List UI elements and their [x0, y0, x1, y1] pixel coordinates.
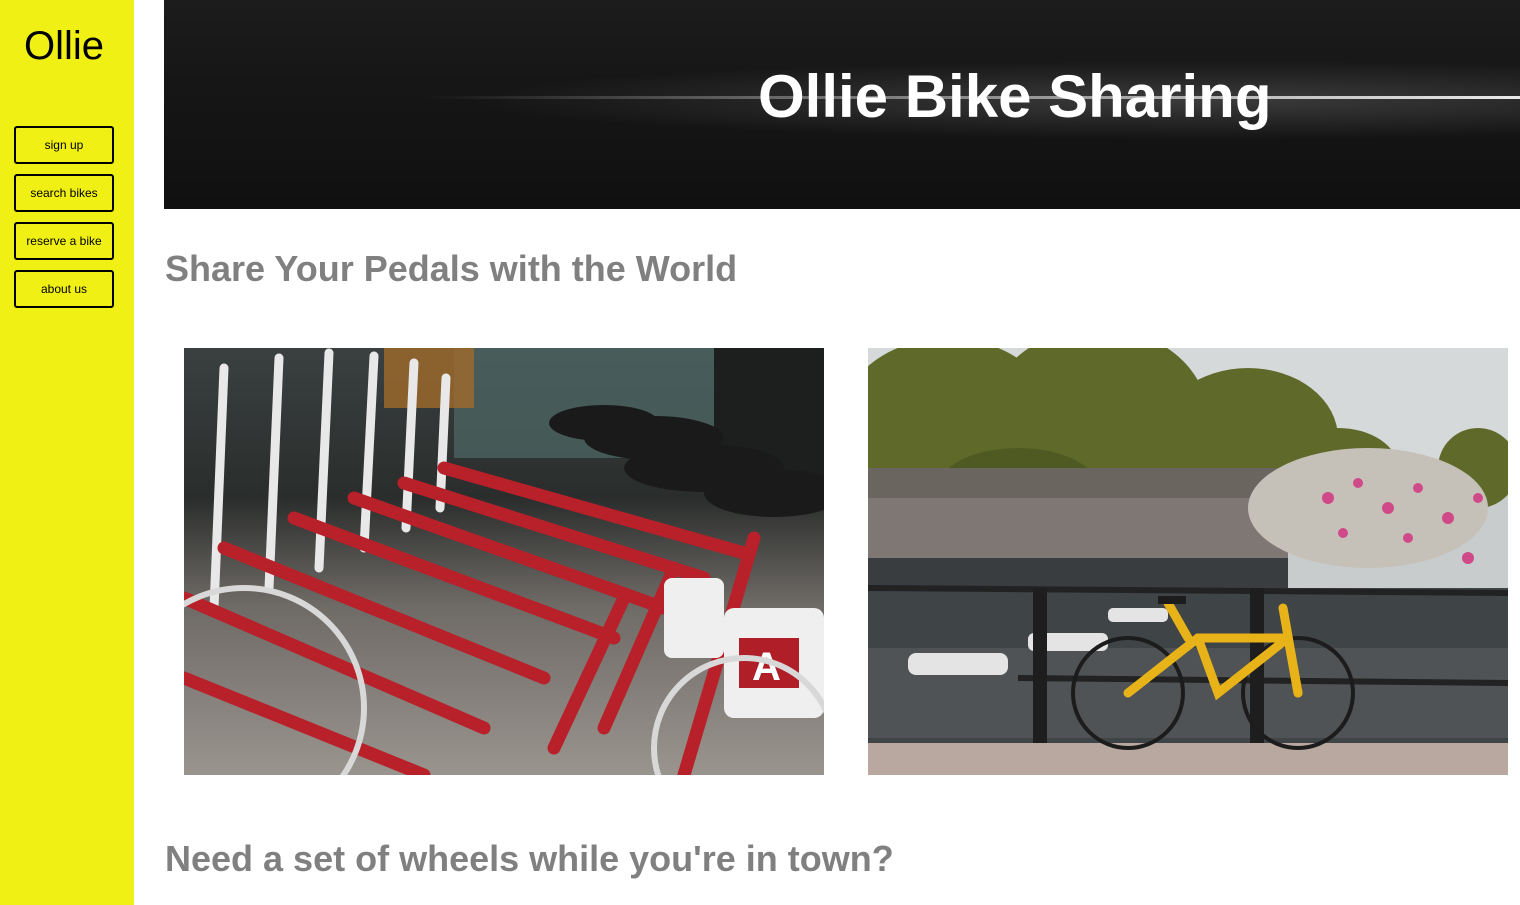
section-heading-share: Share Your Pedals with the World	[165, 248, 738, 289]
sidebar: Ollie sign up search bikes reserve a bik…	[0, 0, 134, 905]
sign-up-button[interactable]: sign up	[14, 126, 114, 164]
yellow-bike-photo	[868, 348, 1508, 775]
red-bikes-rack-icon: A	[184, 348, 824, 775]
hero-banner: Ollie Bike Sharing	[164, 0, 1520, 209]
hero-title: Ollie Bike Sharing	[758, 63, 1272, 130]
logo[interactable]: Ollie	[0, 24, 128, 69]
search-bikes-button[interactable]: search bikes	[14, 174, 114, 212]
yellow-bike-canal-icon	[868, 348, 1508, 775]
red-bikes-photo: A	[184, 348, 824, 775]
about-us-button[interactable]: about us	[14, 270, 114, 308]
section-heading-wheels: Need a set of wheels while you're in tow…	[165, 838, 894, 879]
reserve-a-bike-button[interactable]: reserve a bike	[14, 222, 114, 260]
